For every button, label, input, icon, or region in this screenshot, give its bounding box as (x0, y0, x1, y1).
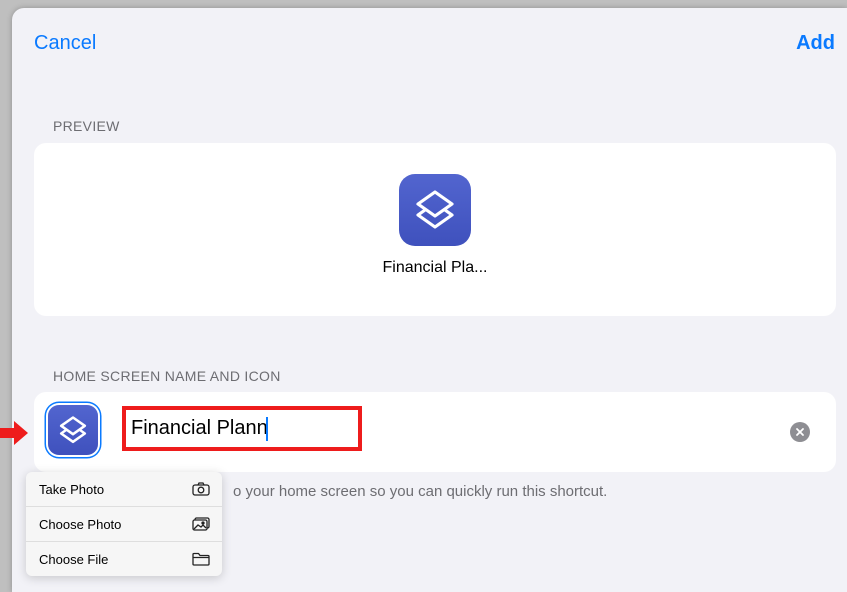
layers-icon (399, 174, 471, 246)
icon-source-menu: Take Photo Choose Photo Choose File (26, 472, 222, 576)
shortcut-name-input[interactable] (126, 417, 266, 440)
footer-description: o your home screen so you can quickly ru… (233, 483, 608, 500)
folder-icon (192, 551, 210, 567)
icon-picker-button[interactable] (48, 405, 98, 455)
home-screen-section-header: HOME SCREEN NAME AND ICON (53, 368, 281, 384)
add-to-home-sheet: Cancel Add PREVIEW Financial Pla... HOME… (12, 8, 847, 592)
layers-icon (57, 414, 89, 446)
add-button[interactable]: Add (796, 32, 835, 55)
photo-icon (192, 516, 210, 532)
name-field-highlight (122, 406, 362, 451)
red-arrow-icon (0, 421, 28, 445)
menu-item-label: Choose File (39, 551, 109, 567)
text-caret (266, 416, 268, 441)
menu-item-take-photo[interactable]: Take Photo (26, 472, 222, 507)
camera-icon (192, 481, 210, 497)
preview-card: Financial Pla... (34, 143, 836, 316)
name-icon-card (34, 392, 836, 472)
cancel-button[interactable]: Cancel (34, 32, 96, 55)
menu-item-choose-photo[interactable]: Choose Photo (26, 507, 222, 542)
preview-app-name: Financial Pla... (382, 259, 488, 276)
menu-item-choose-file[interactable]: Choose File (26, 542, 222, 576)
menu-item-label: Take Photo (39, 481, 105, 497)
clear-icon (795, 427, 805, 437)
menu-item-label: Choose Photo (39, 516, 122, 532)
preview-section-header: PREVIEW (53, 118, 120, 134)
clear-text-button[interactable] (790, 422, 810, 442)
